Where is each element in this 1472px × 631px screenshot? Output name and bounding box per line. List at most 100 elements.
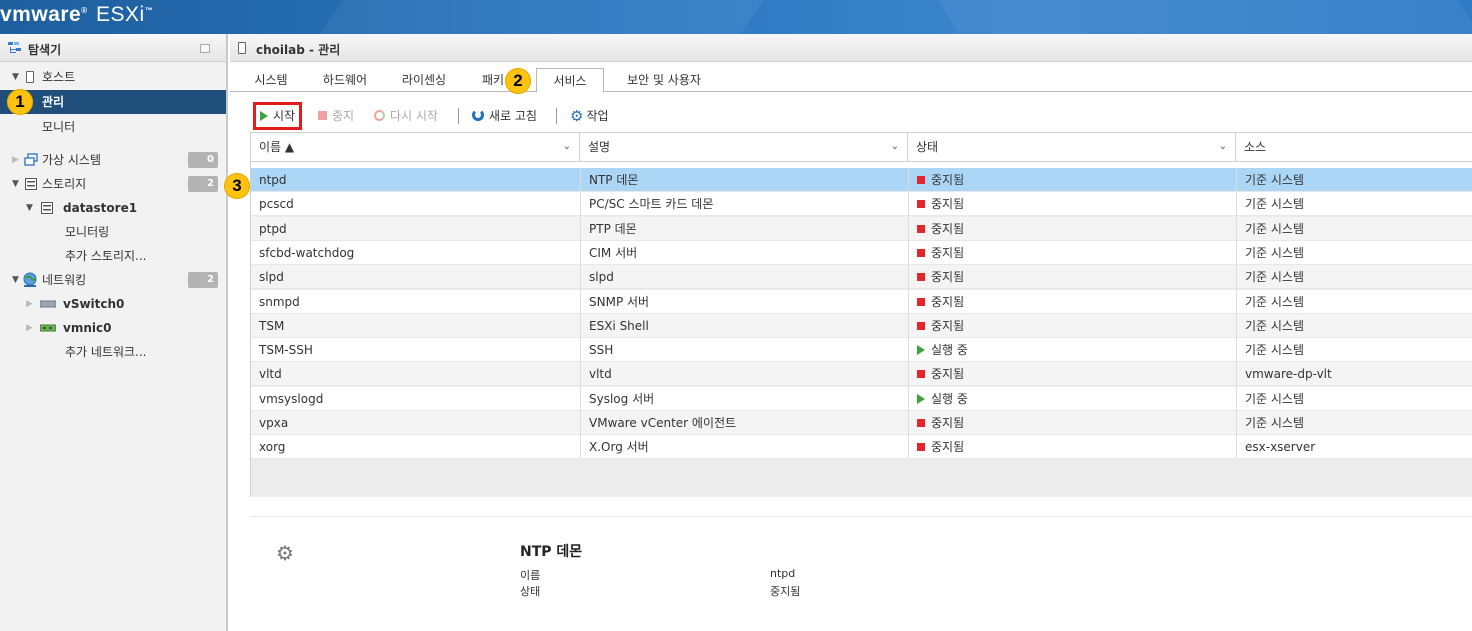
detail-name-label: 이름 (520, 569, 541, 582)
stop-button[interactable]: 중지 (318, 106, 354, 126)
content-header: choilab - 관리 (230, 34, 1472, 62)
tree-item-more-storage[interactable]: 추가 스토리지... (0, 244, 226, 268)
detail-title: NTP 데몬 (520, 544, 583, 560)
cell-status: 실행 중 (909, 338, 1237, 363)
tab-security-and-users[interactable]: 보안 및 사용자 (614, 68, 714, 92)
cell-desc: CIM 서버 (581, 240, 909, 265)
service-gear-icon: ⚙ (276, 541, 294, 565)
column-header-description[interactable]: 설명 ⌄ (580, 133, 908, 163)
refresh-button[interactable]: 새로 고침 (472, 106, 537, 126)
annotation-badge-3: 3 (224, 173, 250, 199)
toolbar-separator (458, 108, 459, 124)
chevron-down-icon[interactable]: ⌄ (563, 133, 571, 161)
cell-desc: SSH (581, 338, 909, 363)
chevron-down-icon[interactable]: ⌄ (1219, 133, 1227, 161)
cell-source: 기준 시스템 (1237, 217, 1472, 241)
tree-item-storage-monitoring[interactable]: 모니터링 (0, 220, 226, 244)
networking-globe-icon (23, 272, 37, 287)
expand-arrow-icon[interactable]: ▼ (12, 172, 19, 196)
running-icon (917, 345, 925, 356)
table-row[interactable]: vpxa VMware vCenter 에이전트 중지됨 기준 시스템 (251, 411, 1472, 435)
table-row[interactable]: sfcbd-watchdog CIM 서버 중지됨 기준 시스템 (251, 240, 1472, 265)
actions-button[interactable]: ⚙ 작업 (570, 106, 609, 126)
table-row[interactable]: xorg X.Org 서버 중지됨 esx-xserver (251, 435, 1472, 460)
tab-services[interactable]: 서비스 (536, 68, 604, 93)
annotation-badge-1: 1 (7, 89, 33, 115)
tab-licensing[interactable]: 라이센싱 (390, 68, 458, 92)
tree-item-more-networks[interactable]: 추가 네트워크... (0, 340, 226, 364)
table-row[interactable]: pcscd PC/SC 스마트 카드 데몬 중지됨 기준 시스템 (251, 192, 1472, 217)
table-row[interactable]: ptpd PTP 데몬 중지됨 기준 시스템 (251, 216, 1472, 241)
cell-desc: ESXi Shell (581, 313, 909, 338)
stopped-icon (917, 224, 925, 233)
tree-item-host[interactable]: ▼ 호스트 (0, 65, 226, 89)
expand-arrow-icon[interactable]: ▼ (26, 196, 33, 220)
detail-status-value: 중지됨 (770, 585, 801, 598)
expand-arrow-icon[interactable]: ▶ (26, 316, 33, 340)
expand-arrow-icon[interactable]: ▼ (12, 268, 19, 292)
table-row[interactable]: ntpd NTP 데몬 중지됨 기준 시스템 (251, 168, 1472, 192)
stopped-icon (917, 443, 925, 452)
tree-item-networking[interactable]: ▼ 네트워킹 2 (0, 268, 226, 292)
cell-desc: slpd (581, 265, 909, 290)
column-header-status[interactable]: 상태 ⌄ (908, 133, 1236, 163)
vswitch-icon (40, 300, 56, 308)
cell-desc: NTP 데몬 (581, 168, 909, 192)
host-icon (26, 71, 34, 83)
column-header-source[interactable]: 소스 (1236, 133, 1472, 163)
cell-name: ptpd (251, 216, 581, 241)
collapse-navigator-button[interactable] (200, 44, 210, 53)
vm-count-badge: 0 (188, 152, 218, 168)
tree-item-datastore1[interactable]: ▼ datastore1 (0, 196, 226, 220)
networking-count-badge: 2 (188, 272, 218, 288)
cell-source: 기준 시스템 (1237, 192, 1472, 216)
cell-name: sfcbd-watchdog (251, 240, 581, 265)
table-row[interactable]: TSM ESXi Shell 중지됨 기준 시스템 (251, 313, 1472, 338)
cell-status: 중지됨 (909, 192, 1237, 217)
cell-name: vltd (251, 362, 581, 387)
stop-icon (318, 111, 327, 120)
restart-button[interactable]: 다시 시작 (374, 106, 438, 126)
cell-source: 기준 시스템 (1237, 338, 1472, 362)
cell-name: TSM (251, 313, 581, 338)
cell-status: 중지됨 (909, 362, 1237, 387)
tree-item-manage[interactable]: 관리 (0, 90, 226, 114)
cell-source: 기준 시스템 (1237, 168, 1472, 192)
cell-source: vmware-dp-vlt (1237, 362, 1472, 386)
table-row[interactable]: vmsyslogd Syslog 서버 실행 중 기준 시스템 (251, 386, 1472, 411)
expand-arrow-icon[interactable]: ▶ (12, 148, 19, 172)
cell-name: pcscd (251, 192, 581, 217)
cell-desc: vltd (581, 362, 909, 387)
cell-status: 실행 중 (909, 386, 1237, 411)
cell-status: 중지됨 (909, 435, 1237, 460)
stopped-icon (917, 321, 925, 330)
cell-source: esx-xserver (1237, 435, 1472, 459)
tree-item-monitor[interactable]: 모니터 (0, 115, 226, 139)
tree-item-vswitch0[interactable]: ▶ vSwitch0 (0, 292, 226, 316)
cell-status: 중지됨 (909, 313, 1237, 338)
tree-item-storage[interactable]: ▼ 스토리지 2 (0, 172, 226, 196)
table-row[interactable]: slpd slpd 중지됨 기준 시스템 (251, 265, 1472, 290)
cell-desc: SNMP 서버 (581, 289, 909, 314)
expand-arrow-icon[interactable]: ▼ (12, 65, 19, 89)
tab-hardware[interactable]: 하드웨어 (310, 68, 380, 92)
cell-desc: X.Org 서버 (581, 435, 909, 460)
restart-icon (374, 110, 385, 121)
expand-arrow-icon[interactable]: ▶ (26, 292, 33, 316)
table-row[interactable]: vltd vltd 중지됨 vmware-dp-vlt (251, 362, 1472, 387)
start-button[interactable]: 시작 (253, 102, 303, 130)
table-row[interactable]: TSM-SSH SSH 실행 중 기준 시스템 (251, 338, 1472, 363)
cell-source: 기준 시스템 (1237, 265, 1472, 289)
cell-name: slpd (251, 265, 581, 290)
chevron-down-icon[interactable]: ⌄ (891, 133, 899, 161)
cell-name: snmpd (251, 289, 581, 314)
tree-item-vmnic0[interactable]: ▶ vmnic0 (0, 316, 226, 340)
cell-status: 중지됨 (909, 411, 1237, 435)
table-row[interactable]: snmpd SNMP 서버 중지됨 기준 시스템 (251, 289, 1472, 314)
column-header-name[interactable]: 이름 ▲ ⌄ (250, 133, 580, 163)
cell-desc: Syslog 서버 (581, 386, 909, 411)
tree-item-virtual-machines[interactable]: ▶ 가상 시스템 0 (0, 148, 226, 172)
tab-system[interactable]: 시스템 (240, 68, 302, 92)
detail-name-value: ntpd (770, 567, 796, 580)
gear-icon: ⚙ (570, 107, 584, 125)
